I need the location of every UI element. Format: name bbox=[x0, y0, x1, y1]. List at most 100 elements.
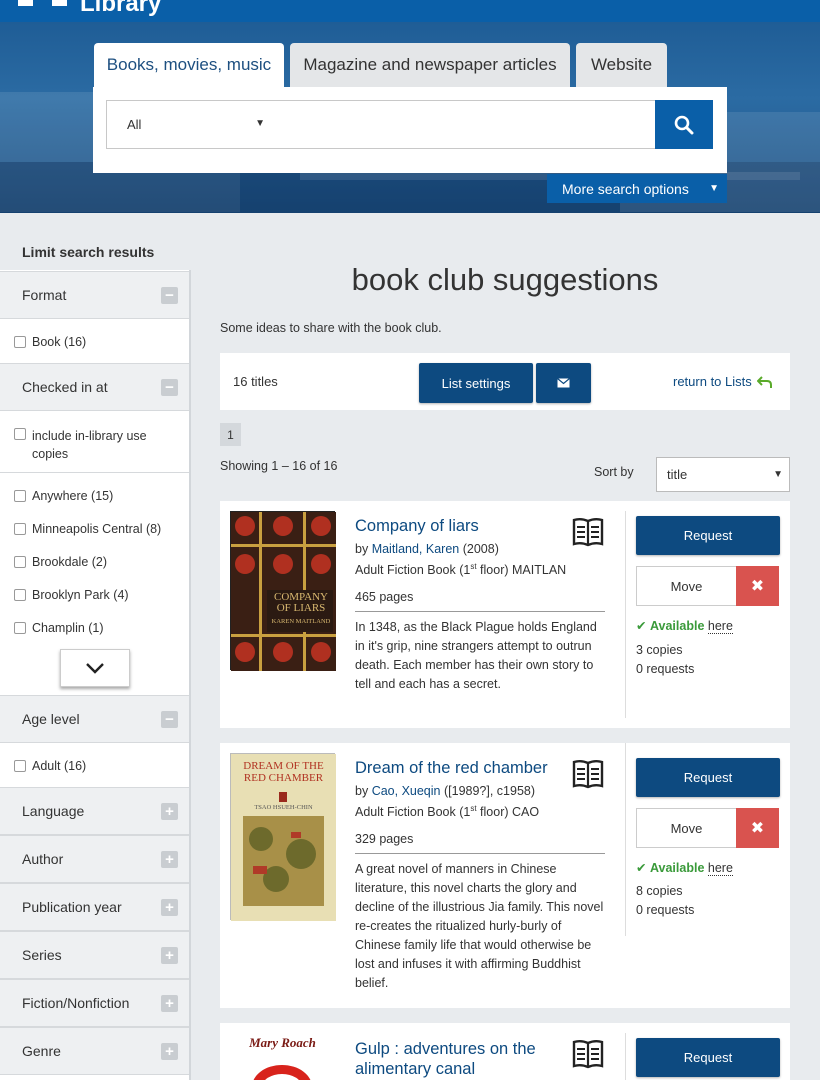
book-title-link[interactable]: Gulp : adventures on the alimentary cana… bbox=[355, 1039, 565, 1079]
facet-option[interactable]: Brookdale (2) bbox=[14, 555, 107, 569]
sort-select[interactable]: title ▼ bbox=[656, 457, 790, 492]
expand-icon[interactable]: + bbox=[161, 1043, 178, 1060]
copies-info: 8 copies 0 requests bbox=[636, 884, 695, 917]
book-card: Mary Roach Gulp : adventures on the alim… bbox=[220, 1023, 790, 1080]
list-settings-button[interactable]: List settings bbox=[419, 363, 533, 403]
showing-range: Showing 1 – 16 of 16 bbox=[220, 459, 338, 473]
facet-series[interactable]: Series + bbox=[0, 931, 189, 979]
search-scope-value: All bbox=[127, 117, 142, 132]
caret-down-icon: ▼ bbox=[773, 469, 783, 480]
move-button[interactable]: Move bbox=[636, 808, 737, 848]
book-format-icon bbox=[572, 1040, 604, 1069]
return-arrow-icon bbox=[756, 375, 772, 388]
logo-mark bbox=[52, 0, 67, 6]
book-format-icon bbox=[572, 518, 604, 547]
search-input[interactable] bbox=[271, 100, 657, 149]
cover-author: Mary Roach bbox=[249, 1035, 316, 1050]
logo-text[interactable]: Library bbox=[80, 0, 161, 18]
facet-option[interactable]: Book (16) bbox=[14, 335, 86, 349]
checkbox[interactable] bbox=[14, 589, 26, 601]
email-button[interactable] bbox=[536, 363, 591, 403]
cover-author: KAREN MAITLAND bbox=[271, 618, 331, 625]
checkbox[interactable] bbox=[14, 336, 26, 348]
facet-option[interactable]: Champlin (1) bbox=[14, 621, 104, 635]
book-cover-dream-of-the-red-chamber[interactable]: DREAM OF THE RED CHAMBER TSAO HSUEH-CHIN bbox=[230, 753, 336, 921]
cover-author: TSAO HSUEH-CHIN bbox=[254, 804, 313, 811]
request-button[interactable]: Request bbox=[636, 1038, 780, 1077]
book-summary: A great novel of manners in Chinese lite… bbox=[355, 862, 604, 990]
facet-genre[interactable]: Genre + bbox=[0, 1027, 189, 1075]
limit-search-title: Limit search results bbox=[22, 244, 155, 260]
facet-option[interactable]: Anywhere (15) bbox=[14, 489, 113, 503]
facet-checked-in[interactable]: Checked in at − bbox=[0, 363, 189, 411]
facet-age-level[interactable]: Age level − bbox=[0, 695, 189, 743]
return-to-lists-link[interactable]: return to Lists bbox=[673, 374, 773, 389]
here-link[interactable]: here bbox=[707, 619, 733, 634]
divider bbox=[355, 853, 605, 854]
divider bbox=[355, 611, 605, 612]
more-search-options-button[interactable]: More search options ▼ bbox=[547, 174, 727, 203]
expand-icon[interactable]: + bbox=[161, 995, 178, 1012]
facet-option[interactable]: Minneapolis Central (8) bbox=[14, 522, 161, 536]
author-link[interactable]: Maitland, Karen bbox=[372, 542, 460, 556]
book-card: COMPANY OF LIARS KAREN MAITLAND Company … bbox=[220, 501, 790, 728]
show-more-button[interactable] bbox=[60, 649, 130, 687]
cover-title: DREAM OF THE RED CHAMBER bbox=[243, 760, 324, 784]
check-icon: ✔ bbox=[636, 861, 647, 875]
tab-books-movies-music[interactable]: Books, movies, music bbox=[94, 43, 284, 87]
request-button[interactable]: Request bbox=[636, 758, 780, 797]
expand-icon[interactable]: + bbox=[161, 851, 178, 868]
page-title: book club suggestions bbox=[351, 262, 659, 297]
book-title-link[interactable]: Dream of the red chamber bbox=[355, 759, 548, 778]
caret-down-icon: ▼ bbox=[709, 183, 719, 194]
move-button[interactable]: Move bbox=[636, 566, 737, 606]
search-scope-select[interactable]: All ▼ bbox=[106, 100, 272, 149]
author-link[interactable]: Cao, Xueqin bbox=[372, 784, 441, 798]
tab-website[interactable]: Website bbox=[576, 43, 667, 87]
page-count: 329 pages bbox=[355, 832, 414, 846]
availability-status: ✔ Available here bbox=[636, 861, 733, 876]
tab-magazine-articles[interactable]: Magazine and newspaper articles bbox=[290, 43, 570, 87]
collapse-icon[interactable]: − bbox=[161, 379, 178, 396]
book-meta: by Maitland, Karen (2008) Adult Fiction … bbox=[355, 542, 567, 578]
logo-mark bbox=[18, 0, 33, 6]
request-button[interactable]: Request bbox=[636, 516, 780, 555]
here-link[interactable]: here bbox=[707, 861, 733, 876]
book-cover-gulp[interactable]: Mary Roach bbox=[230, 1033, 335, 1080]
collapse-icon[interactable]: − bbox=[161, 287, 178, 304]
checkbox[interactable] bbox=[14, 556, 26, 568]
checkbox[interactable] bbox=[14, 523, 26, 535]
divider bbox=[0, 472, 189, 473]
facet-option[interactable]: Brooklyn Park (4) bbox=[14, 588, 129, 602]
facet-fiction-nonfiction[interactable]: Fiction/Nonfiction + bbox=[0, 979, 189, 1027]
expand-icon[interactable]: + bbox=[161, 803, 178, 820]
facet-option[interactable]: Adult (16) bbox=[14, 759, 86, 773]
checkbox[interactable] bbox=[14, 622, 26, 634]
facet-format[interactable]: Format − bbox=[0, 271, 189, 319]
book-title-link[interactable]: Company of liars bbox=[355, 517, 479, 536]
remove-icon[interactable]: ✖ bbox=[736, 566, 779, 606]
page-number[interactable]: 1 bbox=[220, 423, 241, 446]
expand-icon[interactable]: + bbox=[161, 947, 178, 964]
collapse-icon[interactable]: − bbox=[161, 711, 178, 728]
checkbox[interactable] bbox=[14, 428, 26, 440]
facet-option-include-in-library[interactable]: include in-library use copies bbox=[14, 427, 179, 463]
search-icon bbox=[674, 115, 694, 134]
facet-publication-year[interactable]: Publication year + bbox=[0, 883, 189, 931]
top-banner: Library bbox=[0, 0, 820, 22]
caret-down-icon: ▼ bbox=[255, 118, 265, 129]
expand-icon[interactable]: + bbox=[161, 899, 178, 916]
check-icon: ✔ bbox=[636, 619, 647, 633]
checkbox[interactable] bbox=[14, 760, 26, 772]
list-description: Some ideas to share with the book club. bbox=[220, 321, 442, 335]
book-summary: In 1348, as the Black Plague holds Engla… bbox=[355, 620, 597, 691]
book-cover-company-of-liars[interactable]: COMPANY OF LIARS KAREN MAITLAND bbox=[230, 511, 336, 671]
divider bbox=[625, 743, 626, 936]
envelope-icon bbox=[557, 378, 570, 388]
search-button[interactable] bbox=[655, 100, 713, 149]
remove-icon[interactable]: ✖ bbox=[736, 808, 779, 848]
title-count: 16 titles bbox=[233, 374, 278, 389]
facet-author[interactable]: Author + bbox=[0, 835, 189, 883]
facet-language[interactable]: Language + bbox=[0, 787, 189, 835]
checkbox[interactable] bbox=[14, 490, 26, 502]
